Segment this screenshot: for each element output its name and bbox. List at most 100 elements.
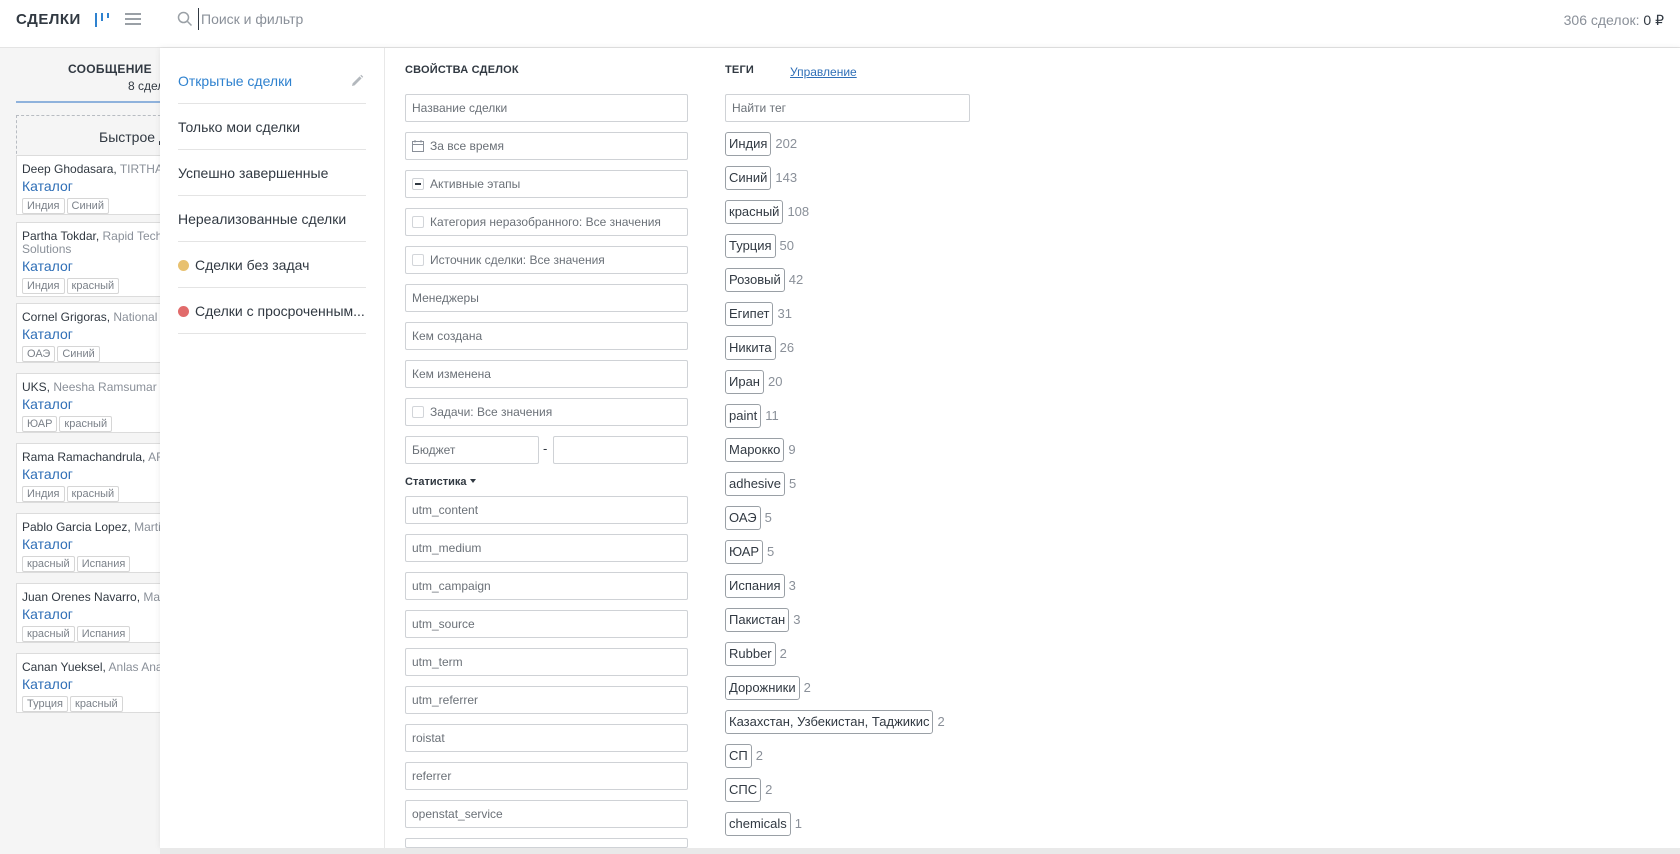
tag-chip[interactable]: красный: [725, 200, 784, 224]
tag-chip[interactable]: Испания: [725, 574, 785, 598]
tag-chip[interactable]: Пакистан: [725, 608, 790, 632]
tag-chip[interactable]: СП: [725, 744, 752, 768]
created-by-input[interactable]: [412, 323, 681, 349]
utm-referrer-input[interactable]: [412, 687, 681, 713]
search-input[interactable]: [198, 8, 1098, 30]
utm-referrer-field[interactable]: [405, 686, 688, 714]
utm-medium-input[interactable]: [412, 535, 681, 561]
deal-name[interactable]: Каталог: [22, 606, 160, 622]
budget-to-field[interactable]: [553, 436, 688, 464]
tag-item: Синий 143: [725, 166, 797, 190]
tag-count: 202: [775, 136, 798, 151]
tag-chip[interactable]: ЮАР: [725, 540, 764, 564]
deal-name[interactable]: Каталог: [22, 178, 160, 194]
utm-campaign-field[interactable]: [405, 572, 688, 600]
horizontal-scrollbar[interactable]: [160, 848, 1680, 854]
budget-from-input[interactable]: [412, 437, 532, 463]
stages-value: Активные этапы: [430, 177, 521, 191]
tag-chip[interactable]: Индия: [725, 132, 772, 156]
tag-count: 2: [803, 680, 811, 695]
contact-name: Rama Ramachandrula,: [22, 450, 146, 464]
managers-input[interactable]: [412, 285, 681, 311]
utm-term-input[interactable]: [412, 649, 681, 675]
tag-chip[interactable]: Розовый: [725, 268, 785, 292]
quick-add-button[interactable]: Быстрое д: [16, 115, 160, 159]
column-header[interactable]: СООБЩЕНИЕ 8 сдел: [16, 62, 160, 93]
list-view-icon[interactable]: [125, 12, 141, 26]
utm-content-field[interactable]: [405, 496, 688, 524]
tag-chip[interactable]: adhesive: [725, 472, 786, 496]
deal-card[interactable]: Juan Orenes Navarro, Mart Каталог красны…: [16, 583, 160, 643]
roistat-input[interactable]: [412, 725, 681, 751]
referrer-field[interactable]: [405, 762, 688, 790]
deal-name[interactable]: Каталог: [22, 676, 160, 692]
tag-chip[interactable]: СПС: [725, 778, 762, 802]
roistat-field[interactable]: [405, 724, 688, 752]
preset-open-deals[interactable]: Открытые сделки: [178, 58, 366, 104]
tag-chip[interactable]: paint: [725, 404, 762, 428]
pipeline-view-icon[interactable]: [94, 11, 110, 29]
tag-search-input[interactable]: [732, 95, 963, 121]
deal-name[interactable]: Каталог: [22, 466, 160, 482]
tag-chip[interactable]: Марокко: [725, 438, 785, 462]
category-select[interactable]: Категория неразобранного: Все значения: [405, 208, 688, 236]
source-select[interactable]: Источник сделки: Все значения: [405, 246, 688, 274]
tag-chip[interactable]: Египет: [725, 302, 774, 326]
modified-by-input[interactable]: [412, 361, 681, 387]
preset-no-tasks[interactable]: Сделки без задач: [178, 242, 366, 288]
tag-chip[interactable]: ОАЭ: [725, 506, 761, 530]
deal-card[interactable]: Rama Ramachandrula, ARL Каталог Индиякра…: [16, 443, 160, 503]
utm-medium-field[interactable]: [405, 534, 688, 562]
stages-select[interactable]: Активные этапы: [405, 170, 688, 198]
openstat-service-input[interactable]: [412, 801, 681, 827]
tasks-select[interactable]: Задачи: Все значения: [405, 398, 688, 426]
managers-field[interactable]: [405, 284, 688, 312]
tag-search-field[interactable]: [725, 94, 970, 122]
preset-lost-deals[interactable]: Нереализованные сделки: [178, 196, 366, 242]
openstat-service-field[interactable]: [405, 800, 688, 828]
tag-chip[interactable]: Турция: [725, 234, 776, 258]
tag-chip[interactable]: Rubber: [725, 642, 776, 666]
modified-by-field[interactable]: [405, 360, 688, 388]
deal-card[interactable]: Partha Tokdar, Rapid Techn Solutions Кат…: [16, 222, 160, 297]
period-select[interactable]: За все время: [405, 132, 688, 160]
utm-content-input[interactable]: [412, 497, 681, 523]
deal-name-field[interactable]: [405, 94, 688, 122]
tag-chip[interactable]: Никита: [725, 336, 776, 360]
deal-name-input[interactable]: [412, 95, 681, 121]
preset-won-deals[interactable]: Успешно завершенные: [178, 150, 366, 196]
pencil-icon[interactable]: [350, 74, 364, 88]
preset-my-deals[interactable]: Только мои сделки: [178, 104, 366, 150]
created-by-field[interactable]: [405, 322, 688, 350]
filter-presets: Открытые сделки Только мои сделки Успешн…: [160, 48, 385, 848]
tag-chip[interactable]: Иран: [725, 370, 764, 394]
next-field[interactable]: [405, 838, 688, 848]
company-name: Anlas Anad: [108, 660, 160, 674]
tag-chip[interactable]: Казахстан, Узбекистан, Таджикис: [725, 710, 934, 734]
tag-chip[interactable]: Синий: [725, 166, 772, 190]
deal-card[interactable]: UKS, Neesha Ramsumar Каталог ЮАР красный: [16, 373, 160, 433]
deal-card[interactable]: Cornel Grigoras, National F Каталог ОАЭС…: [16, 303, 160, 363]
utm-campaign-input[interactable]: [412, 573, 681, 599]
deal-card[interactable]: Deep Ghodasara, TIRTHAK Каталог ИндияСин…: [16, 155, 160, 215]
deal-name[interactable]: Каталог: [22, 536, 160, 552]
utm-source-input[interactable]: [412, 611, 681, 637]
budget-from-field[interactable]: [405, 436, 539, 464]
card-tag: красный: [70, 696, 123, 712]
tag-chip[interactable]: Дорожники: [725, 676, 800, 700]
utm-term-field[interactable]: [405, 648, 688, 676]
tags-manage-link[interactable]: Управление: [790, 65, 857, 79]
deal-name[interactable]: Каталог: [22, 326, 160, 342]
deal-card[interactable]: Pablo Garcia Lopez, Martin Каталог красн…: [16, 513, 160, 573]
deal-card[interactable]: Canan Yueksel, Anlas Anad Каталог Турция…: [16, 653, 160, 713]
statistics-toggle[interactable]: Статистика: [405, 476, 476, 488]
utm-source-field[interactable]: [405, 610, 688, 638]
deal-name[interactable]: Каталог: [22, 396, 160, 412]
referrer-input[interactable]: [412, 763, 681, 789]
tag-chip[interactable]: chemicals: [725, 812, 791, 836]
deal-name[interactable]: Каталог: [22, 258, 160, 274]
budget-to-input[interactable]: [560, 437, 681, 463]
budget-separator: -: [543, 441, 548, 456]
preset-overdue-tasks[interactable]: Сделки с просроченным...: [178, 288, 366, 334]
deals-amount: 0 ₽: [1643, 12, 1664, 28]
